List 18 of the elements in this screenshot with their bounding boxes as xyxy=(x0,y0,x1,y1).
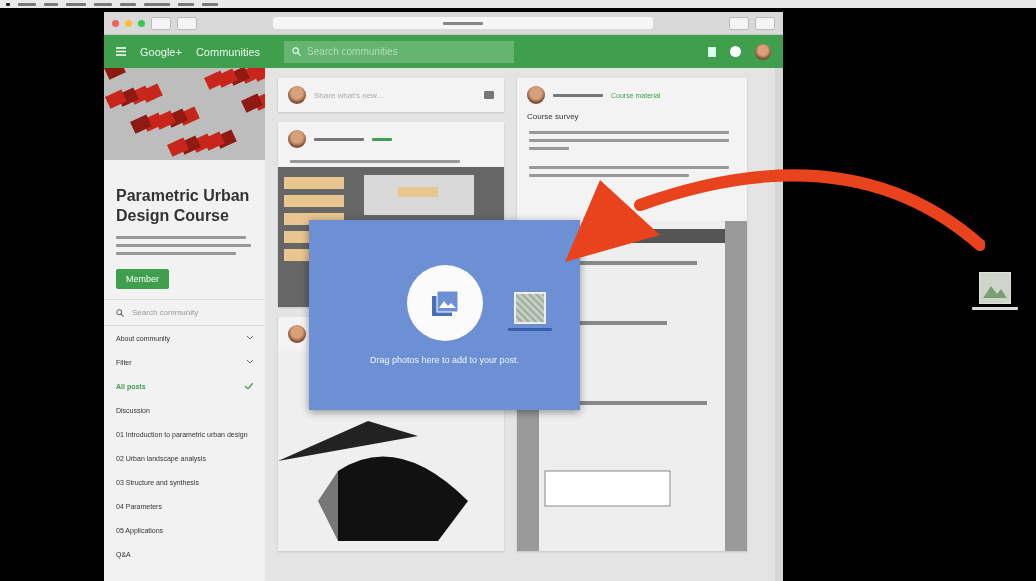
camera-icon xyxy=(484,91,494,99)
community-title: Parametric Urban Design Course xyxy=(115,186,251,226)
avatar[interactable] xyxy=(527,86,545,104)
thumbnail-icon xyxy=(514,292,546,324)
avatar[interactable] xyxy=(288,86,306,104)
avatar[interactable] xyxy=(288,130,306,148)
file-icon[interactable] xyxy=(979,272,1011,304)
menu-icon[interactable] xyxy=(116,47,126,56)
search-icon xyxy=(292,47,302,56)
avatar[interactable] xyxy=(288,325,306,343)
chevron-icon xyxy=(247,360,253,364)
avatar[interactable] xyxy=(755,43,771,60)
drop-message: Drag photos here to add to your post. xyxy=(369,355,520,365)
search-icon xyxy=(116,308,124,317)
chevron-icon xyxy=(247,336,253,340)
post-heading: Course survey xyxy=(526,112,580,123)
scrollbar[interactable] xyxy=(775,68,783,581)
check-icon xyxy=(245,383,253,389)
